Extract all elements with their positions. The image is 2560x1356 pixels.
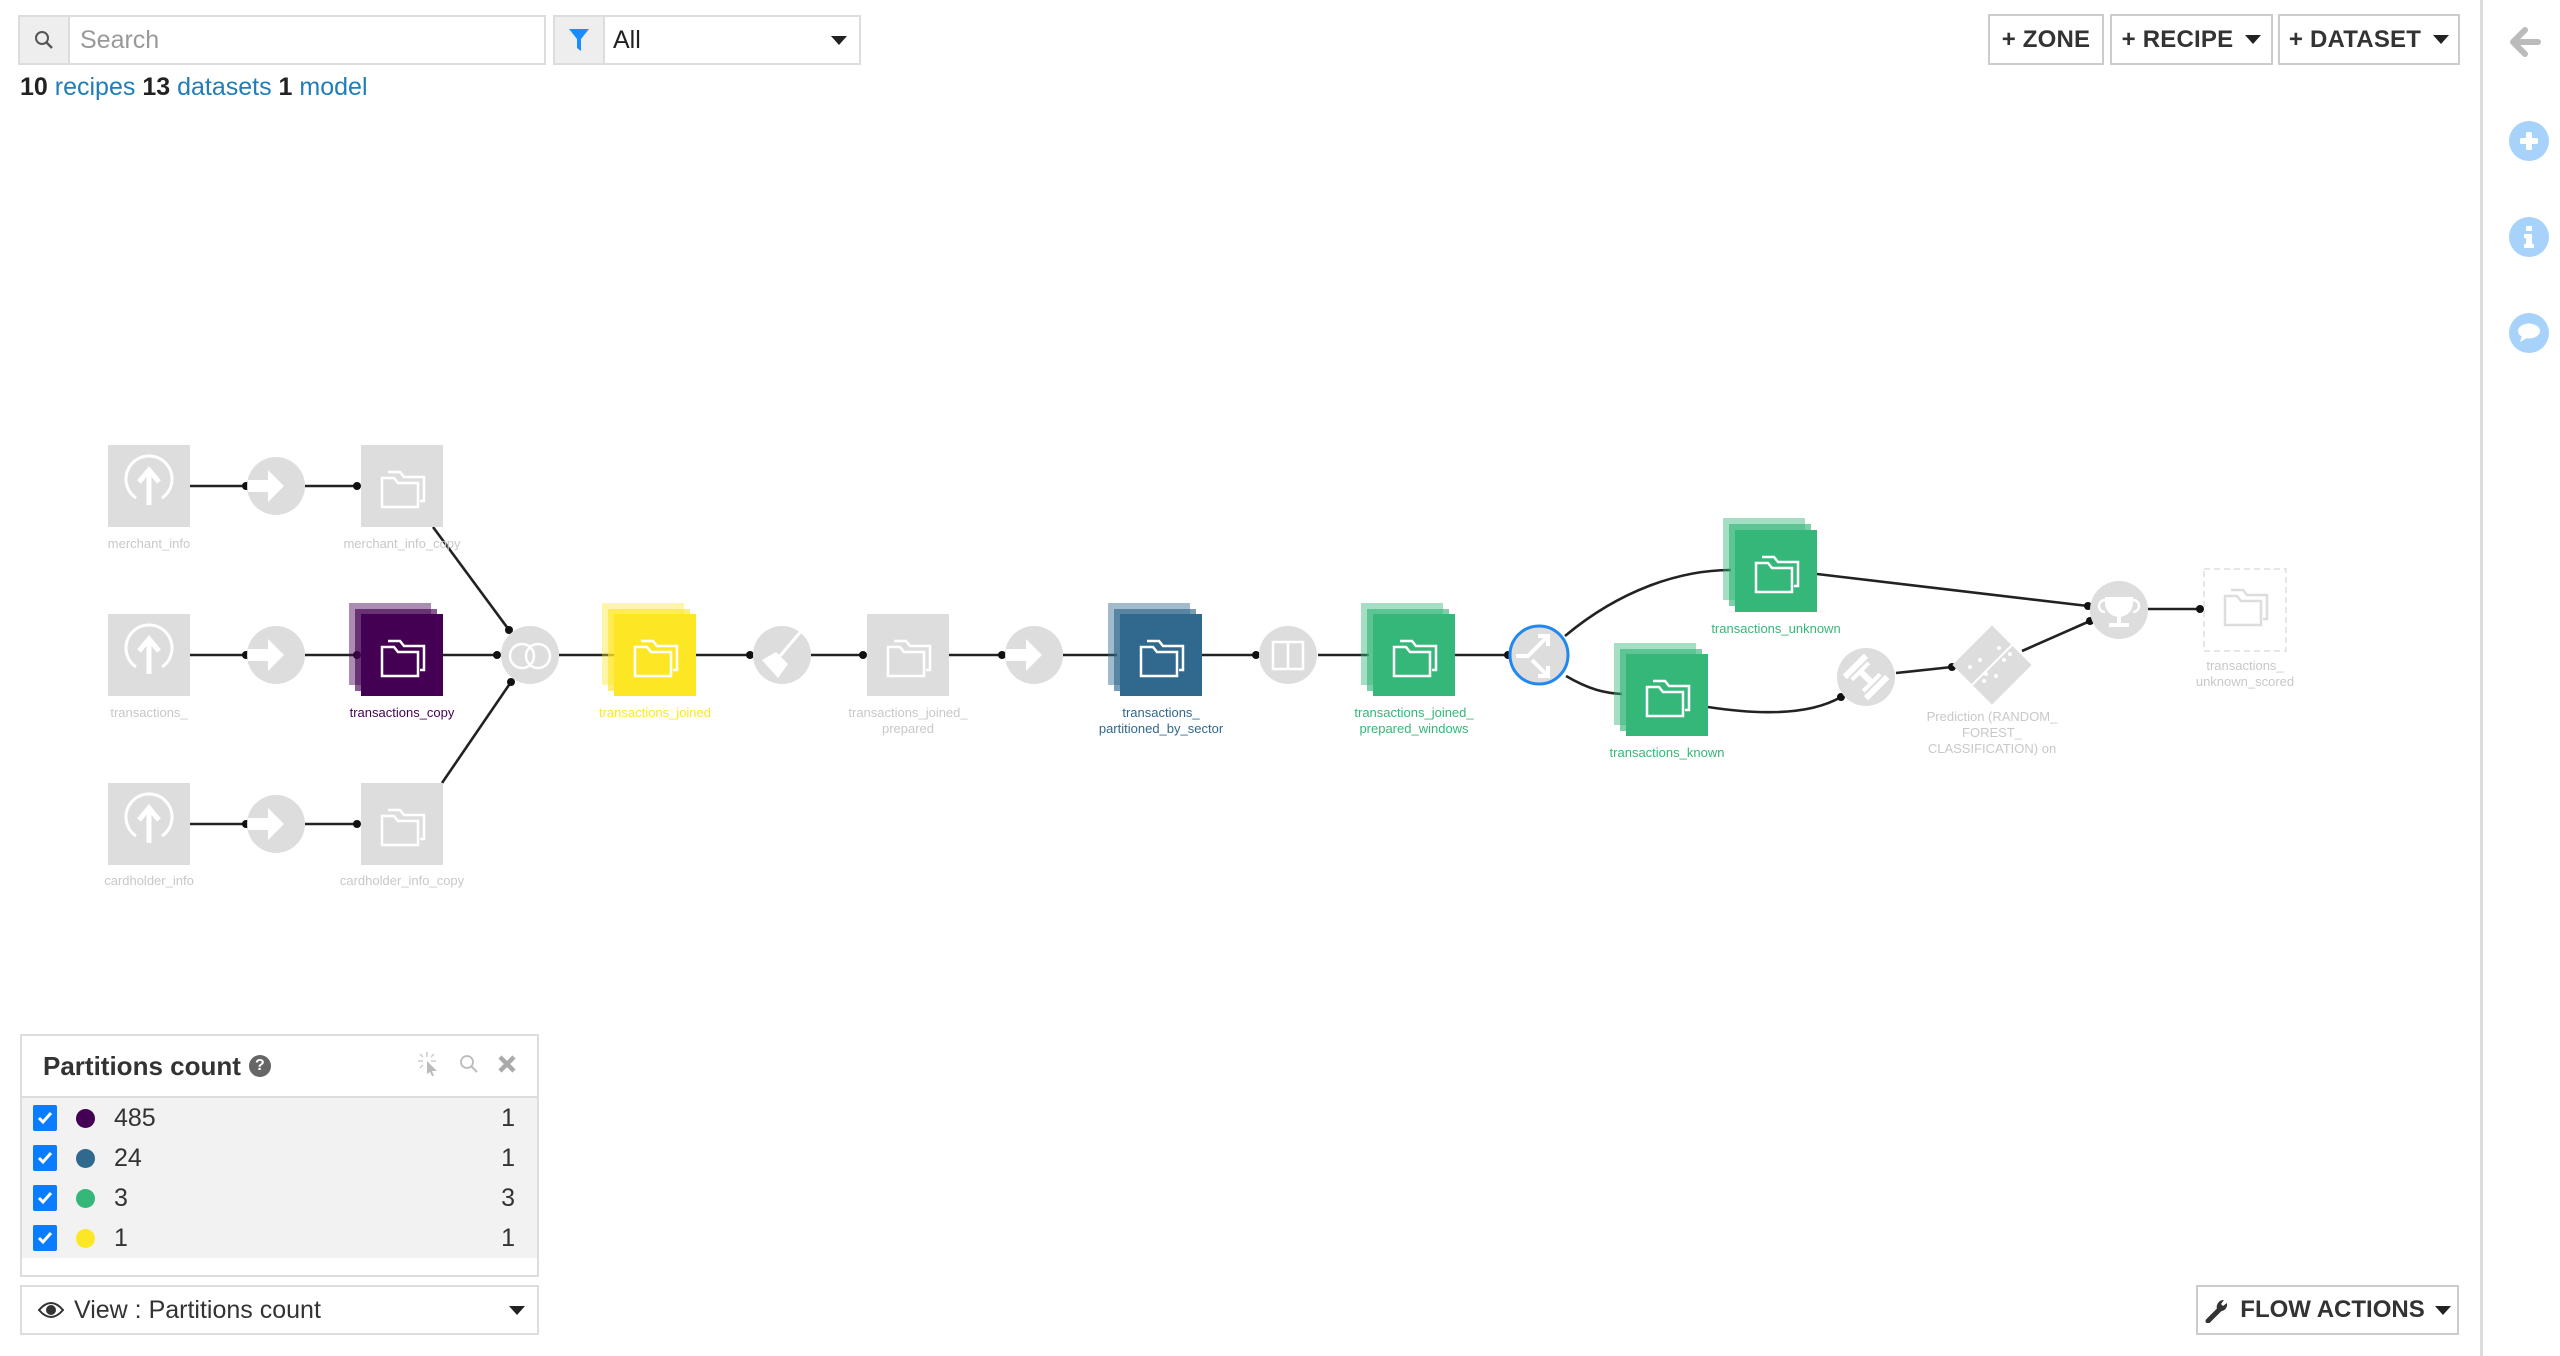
- plus-circle-icon[interactable]: [2509, 121, 2549, 161]
- recipe-sync-cardholder[interactable]: [247, 795, 305, 853]
- color-dot: [76, 1188, 95, 1208]
- recipe-split[interactable]: [1508, 624, 1570, 686]
- label-transactions-unknown: transactions_unknown: [1711, 621, 1841, 636]
- dataset-node-transactions-copy[interactable]: [349, 603, 443, 696]
- dataset-node-merchant-info[interactable]: [108, 445, 190, 527]
- dataset-node-transactions-joined-prepared[interactable]: [867, 614, 949, 696]
- edge: [440, 681, 513, 784]
- label-transactions-known: transactions_known: [1609, 745, 1725, 760]
- legend-count: 1: [501, 1223, 515, 1252]
- legend-value: 24: [114, 1143, 142, 1172]
- model-node-prediction[interactable]: [1952, 625, 2032, 705]
- select-cursor-icon[interactable]: [417, 1051, 441, 1082]
- label-line: transactions_joined_: [848, 705, 968, 720]
- recipe-window[interactable]: [1259, 626, 1317, 684]
- dataset-node-cardholder-info-copy[interactable]: [361, 783, 443, 865]
- label-line: CLASSIFICATION) on: [1927, 741, 2057, 756]
- label-transactions-joined-prepared: transactions_joined_ prepared: [813, 705, 1003, 737]
- dataset-node-cardholder-info[interactable]: [108, 783, 190, 865]
- edge: [1816, 572, 2089, 608]
- legend-title: Partitions count: [43, 1050, 241, 1081]
- color-dot: [76, 1148, 95, 1168]
- view-select-content: View : Partitions count: [38, 1296, 321, 1325]
- legend-row[interactable]: 3 3: [22, 1178, 537, 1218]
- recipe-sync-partition[interactable]: [1005, 626, 1063, 684]
- legend-value: 1: [114, 1223, 128, 1252]
- label-transactions-copy: transactions_copy: [349, 705, 455, 720]
- color-dot: [76, 1108, 95, 1128]
- label-model-prediction: Prediction (RANDOM_ FOREST_ CLASSIFICATI…: [1897, 709, 2087, 757]
- color-dot: [76, 1228, 95, 1248]
- recipe-score[interactable]: [2090, 581, 2148, 639]
- dataset-node-transactions-partitioned-by-sector[interactable]: [1108, 603, 1202, 696]
- legend-row[interactable]: 1 1: [22, 1218, 537, 1258]
- label-transactions-joined: transactions_joined: [598, 705, 712, 720]
- legend-checkbox[interactable]: [33, 1105, 57, 1131]
- close-icon[interactable]: [497, 1054, 517, 1079]
- dataset-node-transactions-unknown-scored[interactable]: [2203, 568, 2287, 652]
- label-transactions-partitioned-by-sector: transactions_ partitioned_by_sector: [1066, 705, 1256, 737]
- dataset-node-transactions[interactable]: [108, 614, 190, 696]
- legend-count: 1: [501, 1143, 515, 1172]
- dataset-node-transactions-joined[interactable]: [602, 603, 696, 696]
- legend-value: 3: [114, 1183, 128, 1212]
- legend-checkbox[interactable]: [33, 1225, 57, 1251]
- flow-actions-button[interactable]: FLOW ACTIONS: [2196, 1285, 2459, 1335]
- label-cardholder-info: cardholder_info: [104, 873, 194, 888]
- dataset-node-merchant-info-copy[interactable]: [361, 445, 443, 527]
- label-line: transactions_: [1122, 705, 1200, 720]
- label-cardholder-info-copy: cardholder_info_copy: [339, 873, 465, 888]
- chevron-down-icon: [2434, 1305, 2451, 1315]
- partitions-legend: Partitions count ? 485 1 24 1 3 3 1 1: [20, 1034, 539, 1277]
- edge: [1895, 665, 1953, 675]
- help-icon[interactable]: ?: [248, 1055, 271, 1077]
- label-line: prepared: [881, 721, 935, 736]
- label-line: partitioned_by_sector: [1098, 721, 1224, 736]
- dataset-node-transactions-unknown[interactable]: [1723, 518, 1817, 612]
- edge: [1565, 674, 1623, 696]
- recipe-sync-transactions[interactable]: [247, 626, 305, 684]
- label-merchant-info: merchant_info: [107, 536, 191, 551]
- recipe-train[interactable]: [1837, 648, 1895, 706]
- dataset-node-transactions-joined-prepared-windows[interactable]: [1361, 603, 1455, 696]
- dataset-node-transactions-known[interactable]: [1614, 643, 1708, 736]
- legend-count: 1: [501, 1103, 515, 1132]
- label-transactions-unknown-scored: transactions_ unknown_scored: [2150, 658, 2340, 690]
- eye-icon: [38, 1302, 64, 1318]
- label-line: Prediction (RANDOM_: [1926, 709, 2058, 724]
- label-line: FOREST_: [1962, 725, 2022, 740]
- label-line: transactions_joined_: [1354, 705, 1474, 720]
- label-line: prepared_windows: [1359, 721, 1469, 736]
- label-line: transactions_: [2206, 658, 2284, 673]
- wrench-icon: [2205, 1299, 2228, 1323]
- info-circle-icon[interactable]: [2509, 217, 2549, 257]
- label-transactions-joined-prepared-windows: transactions_joined_ prepared_windows: [1319, 705, 1509, 737]
- recipe-prepare[interactable]: [753, 626, 811, 684]
- view-select[interactable]: View : Partitions count: [20, 1285, 539, 1335]
- legend-header: Partitions count ?: [22, 1036, 537, 1098]
- edge: [1707, 695, 1842, 714]
- flow-actions-label: FLOW ACTIONS: [2240, 1296, 2425, 1323]
- recipe-sync-merchant[interactable]: [247, 457, 305, 515]
- chevron-down-icon: [509, 1305, 525, 1315]
- legend-rows: 485 1 24 1 3 3 1 1: [22, 1098, 537, 1258]
- folder-icon: [2223, 594, 2263, 627]
- legend-row[interactable]: 485 1: [22, 1098, 537, 1138]
- legend-row[interactable]: 24 1: [22, 1138, 537, 1178]
- legend-checkbox[interactable]: [33, 1145, 57, 1171]
- view-select-label: View : Partitions count: [74, 1295, 321, 1324]
- legend-checkbox[interactable]: [33, 1185, 57, 1211]
- right-sidebar: [2480, 0, 2560, 1356]
- recipe-join[interactable]: [501, 626, 559, 684]
- label-transactions: transactions_: [110, 705, 188, 720]
- legend-count: 3: [501, 1183, 515, 1212]
- edge: [2021, 619, 2091, 653]
- label-line: unknown_scored: [2195, 674, 2295, 689]
- label-merchant-info-copy: merchant_info_copy: [343, 536, 461, 551]
- comment-icon[interactable]: [2509, 313, 2549, 353]
- arrow-left-icon[interactable]: [2507, 24, 2543, 60]
- legend-value: 485: [114, 1103, 156, 1132]
- search-icon[interactable]: [459, 1054, 479, 1079]
